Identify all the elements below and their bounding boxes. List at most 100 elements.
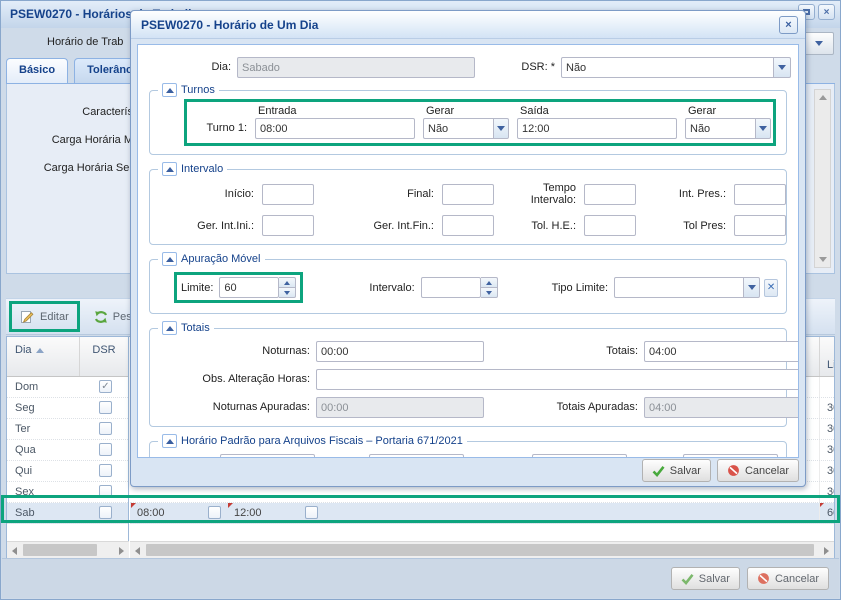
table-row[interactable]: Qua — [7, 440, 128, 461]
turno1-entrada-field[interactable] — [255, 118, 415, 139]
horario-padrao-legend: Horário Padrão para Arquivos Fiscais – P… — [158, 434, 467, 448]
frozen-horizontal-scrollbar[interactable] — [7, 541, 129, 558]
spinner-icons[interactable] — [279, 277, 296, 298]
collapse-icon[interactable] — [162, 162, 177, 176]
table-row[interactable]: Seg — [7, 398, 128, 419]
limite-spinner[interactable] — [219, 277, 296, 298]
spinner-icons[interactable] — [481, 277, 498, 298]
hp-entrada1-field[interactable] — [220, 454, 315, 458]
table-row[interactable]: Qui — [7, 461, 128, 482]
modal-cancel-button[interactable]: Cancelar — [717, 459, 799, 482]
scroll-right-icon[interactable] — [119, 547, 124, 555]
tipo-limite-combo[interactable] — [614, 277, 760, 298]
inicio-field[interactable] — [262, 184, 314, 205]
int-pres-label: Int. Pres.: — [644, 188, 726, 200]
window-cancel-button[interactable]: Cancelar — [747, 567, 829, 590]
dia-field — [237, 57, 475, 78]
hp-saida1-label: Saída: — [321, 454, 363, 458]
int-pres-field[interactable] — [734, 184, 786, 205]
chevron-down-icon[interactable] — [774, 57, 791, 78]
column-header-dsr[interactable]: DSR — [80, 337, 128, 376]
intervalo-grid: Início: Final: Tempo Intervalo: Int. Pre… — [160, 182, 776, 236]
tol-pres-field[interactable] — [734, 215, 786, 236]
dsr-checkbox[interactable] — [99, 464, 112, 477]
hp-entrada1-label: Entrada: — [160, 454, 214, 458]
scroll-left-icon[interactable] — [12, 547, 17, 555]
totais-label: Totais: — [490, 341, 638, 362]
tab-basico[interactable]: Básico — [6, 58, 68, 83]
table-row[interactable]: Sex — [7, 482, 128, 503]
apuracao-intervalo-label: Intervalo: — [303, 282, 420, 294]
ger-int-ini-field[interactable] — [262, 215, 314, 236]
chevron-down-icon[interactable] — [756, 118, 771, 139]
column-header-dia[interactable]: Dia — [7, 337, 80, 376]
scroll-left-icon[interactable] — [135, 547, 140, 555]
dsr-checkbox[interactable] — [99, 485, 112, 498]
table-row-sab-main[interactable]: 08:00 12:00 60 — [130, 503, 834, 524]
scrollbar-thumb[interactable] — [23, 544, 97, 556]
hp-entrada2-field[interactable] — [532, 454, 627, 458]
collapse-icon[interactable] — [162, 252, 177, 266]
dsr-combo-input[interactable] — [561, 57, 774, 78]
horario-padrao-legend-label: Horário Padrão para Arquivos Fiscais – P… — [181, 435, 463, 447]
main-horizontal-scrollbar[interactable] — [130, 541, 834, 558]
cell-dia: Sex — [15, 486, 34, 498]
table-row[interactable]: Dom — [7, 377, 128, 398]
dsr-combo[interactable] — [561, 57, 791, 78]
hp-saida1-field[interactable] — [369, 454, 464, 458]
tol-he-field[interactable] — [584, 215, 636, 236]
close-icon[interactable]: × — [779, 16, 798, 34]
apuracao-intervalo-field[interactable] — [421, 277, 481, 298]
dsr-checkbox[interactable] — [99, 506, 112, 519]
scroll-right-icon[interactable] — [824, 547, 829, 555]
scrollbar-thumb[interactable] — [146, 544, 814, 556]
tipo-limite-input[interactable] — [614, 277, 744, 298]
collapse-icon[interactable] — [162, 83, 177, 97]
scroll-up-icon[interactable] — [819, 95, 827, 100]
row-checkbox[interactable] — [208, 506, 221, 519]
dsr-checkbox[interactable] — [99, 401, 112, 414]
header-saida: Saída — [517, 103, 677, 117]
save-label: Salvar — [670, 465, 701, 477]
limite-field[interactable] — [219, 277, 279, 298]
totais-field[interactable] — [644, 341, 799, 362]
turno1-saida-field[interactable] — [517, 118, 677, 139]
window-save-button[interactable]: Salvar — [671, 567, 740, 590]
dsr-checkbox[interactable] — [99, 443, 112, 456]
apuracao-intervalo-spinner[interactable] — [421, 277, 498, 298]
chevron-down-icon[interactable] — [744, 277, 760, 298]
gerar2-combo-input[interactable] — [685, 118, 756, 139]
horario-combo-trigger[interactable] — [804, 32, 834, 55]
turno1-gerar2-combo[interactable] — [685, 118, 771, 139]
turno1-gerar1-combo[interactable] — [423, 118, 509, 139]
hp-saida2-field[interactable] — [683, 454, 778, 458]
totais-grid: Noturnas: Totais: Obs. Alteração Horas: … — [160, 341, 776, 418]
ger-int-fin-field[interactable] — [442, 215, 494, 236]
noturnas-field[interactable] — [316, 341, 484, 362]
dsr-checkbox[interactable] — [99, 422, 112, 435]
tempo-intervalo-field[interactable] — [584, 184, 636, 205]
dsr-checkbox[interactable] — [99, 380, 112, 393]
modal-save-button[interactable]: Salvar — [642, 459, 711, 482]
window-close-icon[interactable]: × — [818, 4, 835, 20]
tempo-intervalo-label: Tempo Intervalo: — [502, 182, 576, 206]
cell-limite: 30 — [819, 482, 834, 502]
row-checkbox[interactable] — [305, 506, 318, 519]
obs-field[interactable] — [316, 369, 799, 390]
scroll-down-icon[interactable] — [819, 257, 827, 262]
table-row-sab[interactable]: Sab — [7, 503, 128, 524]
clear-icon[interactable]: ✕ — [764, 279, 778, 297]
final-field[interactable] — [442, 184, 494, 205]
panel-vertical-scrollbar[interactable] — [814, 89, 831, 268]
column-header-limite[interactable]: Li — [819, 337, 834, 376]
collapse-icon[interactable] — [162, 321, 177, 335]
horario-field-label: Horário de Trab — [47, 36, 123, 48]
turnos-legend-label: Turnos — [181, 84, 215, 96]
cell-limite: 30 — [819, 419, 834, 439]
table-row[interactable]: Ter — [7, 419, 128, 440]
gerar1-combo-input[interactable] — [423, 118, 494, 139]
dsr-label: DSR: * — [481, 57, 555, 78]
collapse-icon[interactable] — [162, 434, 177, 448]
chevron-down-icon[interactable] — [494, 118, 509, 139]
editar-button[interactable]: Editar — [12, 304, 77, 329]
